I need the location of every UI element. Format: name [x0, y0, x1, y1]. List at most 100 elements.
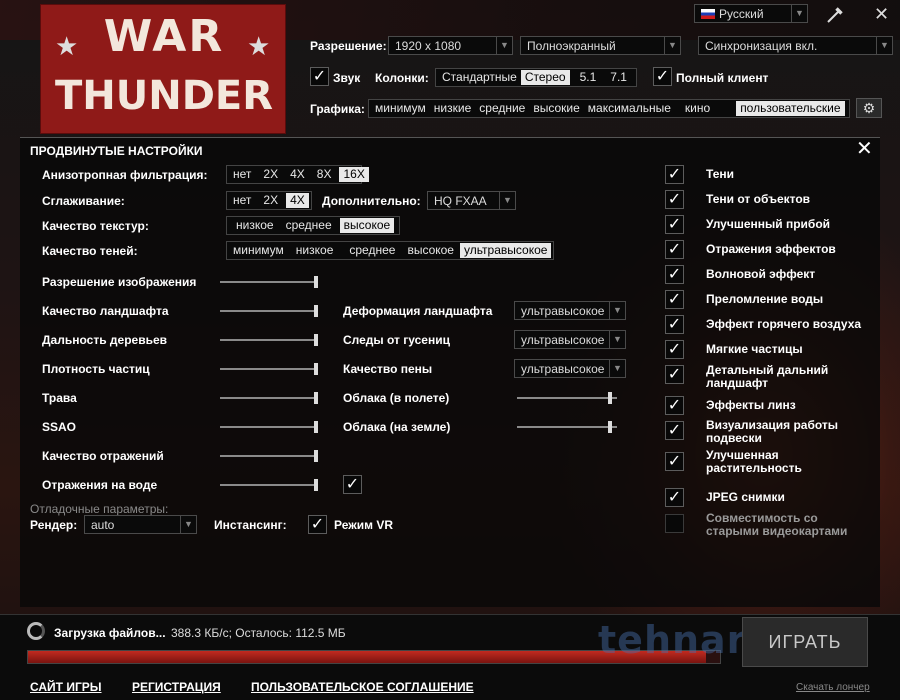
game-site-link[interactable]: САЙТ ИГРЫ [30, 680, 102, 694]
speakers-segment: Стандартные Стерео 5.1 7.1 [435, 68, 637, 87]
tree-distance-slider[interactable] [220, 334, 318, 346]
check-icon: ✓ [667, 397, 682, 414]
aniso-label: Анизотропная фильтрация: [42, 168, 208, 182]
foam-quality-select[interactable]: ультравысокое ▼ [514, 359, 626, 378]
chevron-down-icon: ▼ [791, 5, 807, 22]
aniso-option[interactable]: 2X [259, 167, 282, 182]
option-label: Тени [706, 167, 735, 181]
register-link[interactable]: РЕГИСТРАЦИЯ [132, 680, 221, 694]
aa-option[interactable]: 4X [286, 193, 309, 208]
shadow-option[interactable]: высокое [403, 243, 458, 258]
grass-slider[interactable] [220, 392, 318, 404]
landscape-deformation-select[interactable]: ультравысокое ▼ [514, 301, 626, 320]
option-checkbox[interactable]: ✓ [665, 290, 684, 309]
extra-aa-select[interactable]: HQ FXAA ▼ [427, 191, 516, 210]
option-label: Волновой эффект [706, 267, 816, 281]
close-icon[interactable]: ✕ [874, 5, 889, 23]
check-icon: ✓ [667, 422, 682, 439]
graphics-option[interactable]: максимальные [584, 101, 675, 116]
instancing-checkbox[interactable]: ✓ [308, 515, 327, 534]
check-icon: ✓ [667, 241, 682, 258]
vsync-select[interactable]: Синхронизация вкл. ▼ [698, 36, 893, 55]
russia-flag-icon [701, 9, 715, 19]
aniso-option[interactable]: 16X [339, 167, 369, 182]
check-icon: ✓ [655, 68, 670, 85]
texture-option[interactable]: низкое [232, 218, 278, 233]
speaker-option[interactable]: 7.1 [606, 70, 631, 85]
download-launcher-link[interactable]: Скачать лончер [796, 682, 870, 693]
option-checkbox[interactable]: ✓ [665, 452, 684, 471]
chevron-down-icon: ▼ [876, 37, 892, 54]
shadow-option[interactable]: ультравысокое [459, 243, 552, 258]
chevron-down-icon: ▼ [664, 37, 680, 54]
close-icon[interactable]: ✕ [856, 139, 873, 159]
check-icon: ✓ [667, 453, 682, 470]
graphics-option[interactable]: кино [681, 101, 714, 116]
speaker-option[interactable]: 5.1 [576, 70, 601, 85]
graphics-option[interactable]: высокие [529, 101, 583, 116]
option-checkbox[interactable]: ✓ [665, 165, 684, 184]
particle-density-slider[interactable] [220, 363, 318, 375]
shadow-option[interactable]: среднее [345, 243, 399, 258]
gear-icon: ⚙ [862, 100, 876, 116]
aniso-option[interactable]: 8X [313, 167, 336, 182]
option-checkbox[interactable] [665, 514, 684, 533]
full-client-checkbox[interactable]: ✓ [653, 67, 672, 86]
option-checkbox[interactable]: ✓ [665, 215, 684, 234]
graphics-option[interactable]: пользовательские [736, 101, 845, 116]
slider-label: Трава [42, 391, 77, 405]
language-value: Русский [719, 7, 764, 21]
play-button[interactable]: ИГРАТЬ [742, 617, 868, 667]
aniso-option[interactable]: нет [229, 167, 255, 182]
texture-segment: низкое среднее высокое [226, 216, 400, 235]
speaker-option[interactable]: Стандартные [438, 70, 521, 85]
graphics-option[interactable]: минимум [371, 101, 430, 116]
render-select[interactable]: auto ▼ [84, 515, 197, 534]
option-label: Детальный дальний ландшафт [706, 363, 829, 390]
graphics-option[interactable]: низкие [430, 101, 475, 116]
option-checkbox[interactable]: ✓ [665, 240, 684, 259]
option-checkbox[interactable]: ✓ [665, 315, 684, 334]
check-icon: ✓ [667, 366, 682, 383]
landscape-quality-slider[interactable] [220, 305, 318, 317]
chevron-down-icon: ▼ [496, 37, 512, 54]
language-select[interactable]: Русский ▼ [694, 4, 808, 23]
option-checkbox[interactable]: ✓ [665, 340, 684, 359]
track-marks-select[interactable]: ультравысокое ▼ [514, 330, 626, 349]
graphics-preset-segment: минимум низкие средние высокие максималь… [368, 99, 850, 118]
option-checkbox[interactable]: ✓ [665, 421, 684, 440]
clouds-ground-slider[interactable] [517, 421, 617, 433]
tools-icon[interactable] [826, 6, 844, 24]
mid-label: Следы от гусениц [343, 333, 450, 347]
option-checkbox[interactable]: ✓ [665, 488, 684, 507]
ssao-slider[interactable] [220, 421, 318, 433]
option-checkbox[interactable]: ✓ [665, 396, 684, 415]
clouds-flight-slider[interactable] [517, 392, 617, 404]
water-reflection-checkbox[interactable]: ✓ [343, 475, 362, 494]
sound-checkbox[interactable]: ✓ [310, 67, 329, 86]
aa-option[interactable]: 2X [259, 193, 282, 208]
resolution-select[interactable]: 1920 x 1080 ▼ [388, 36, 513, 55]
option-checkbox[interactable]: ✓ [665, 265, 684, 284]
image-resolution-slider[interactable] [220, 276, 318, 288]
shadow-option[interactable]: низкое [292, 243, 338, 258]
aniso-option[interactable]: 4X [286, 167, 309, 182]
user-agreement-link[interactable]: ПОЛЬЗОВАТЕЛЬСКОЕ СОГЛАШЕНИЕ [251, 680, 474, 694]
graphics-option[interactable]: средние [475, 101, 529, 116]
water-reflection-slider[interactable] [220, 479, 318, 491]
texture-option[interactable]: среднее [282, 218, 336, 233]
option-checkbox[interactable]: ✓ [665, 190, 684, 209]
slider-label: Отражения на воде [42, 478, 158, 492]
speaker-option[interactable]: Стерео [520, 70, 570, 85]
option-checkbox[interactable]: ✓ [665, 365, 684, 384]
texture-option[interactable]: высокое [339, 218, 395, 233]
aa-option[interactable]: нет [229, 193, 255, 208]
shadow-segment: минимум низкое среднее высокое ультравыс… [226, 241, 554, 260]
settings-gear-button[interactable]: ⚙ [856, 98, 882, 118]
shadow-option[interactable]: минимум [229, 243, 288, 258]
select-value: ультравысокое [521, 333, 605, 347]
vr-mode-label: Режим VR [334, 518, 393, 532]
aniso-segment: нет 2X 4X 8X 16X [226, 165, 369, 184]
screen-mode-select[interactable]: Полноэкранный ▼ [520, 36, 681, 55]
reflection-quality-slider[interactable] [220, 450, 318, 462]
